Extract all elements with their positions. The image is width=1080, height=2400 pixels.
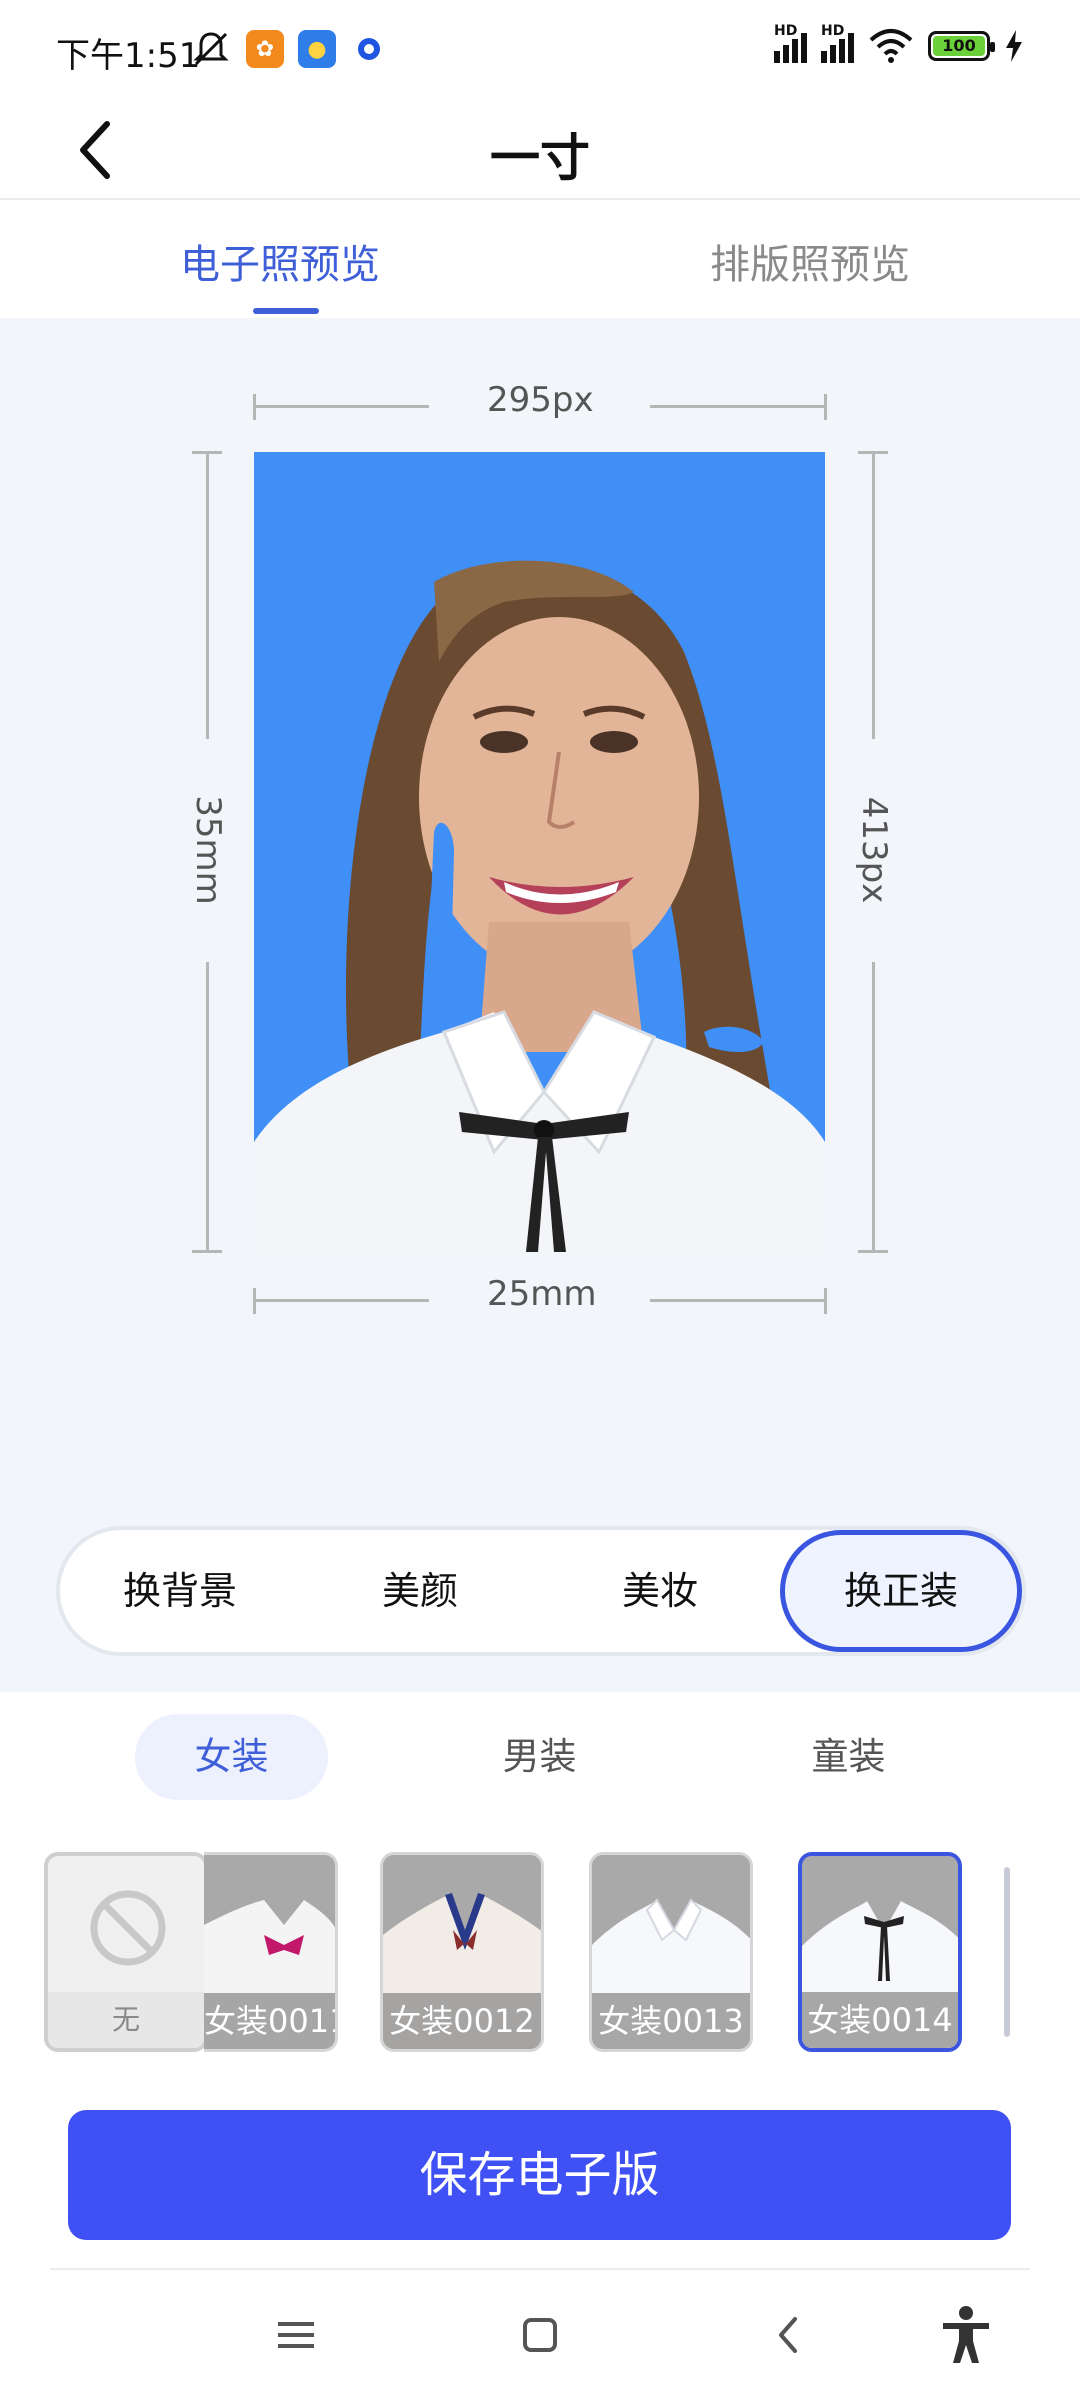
height-px-label: 413px xyxy=(854,796,894,904)
wifi-icon xyxy=(869,29,913,63)
outfit-none[interactable]: 无 xyxy=(44,1852,208,2052)
preview-tabs: 电子照预览 排版照预览 xyxy=(0,202,1080,318)
width-mm-label: 25mm xyxy=(487,1274,597,1314)
outfit-women-0013[interactable]: 女装0013 xyxy=(589,1852,753,2052)
save-digital-button[interactable]: 保存电子版 xyxy=(68,2110,1011,2240)
app-notification-icon-orange: ✿ xyxy=(246,30,284,68)
battery-icon: 100 xyxy=(928,31,995,61)
tab-electronic-preview[interactable]: 电子照预览 xyxy=(180,232,380,290)
signal-strength-icon-1: HD xyxy=(774,23,807,63)
outfit-section: 女装 男装 童装 无 女装0011 女装0012 女装0013 女装0014 xyxy=(0,1692,1080,2112)
nav-home-button[interactable] xyxy=(500,2300,580,2370)
outfit-women-0011[interactable]: 女装0011 xyxy=(204,1852,338,2052)
change-background-button[interactable]: 换背景 xyxy=(60,1530,300,1652)
active-tab-indicator xyxy=(253,308,319,314)
outfit-women-0012[interactable]: 女装0012 xyxy=(380,1852,544,2052)
outfit-label: 女装0012 xyxy=(383,1993,541,2049)
status-time: 下午1:51 xyxy=(56,36,201,76)
makeup-button[interactable]: 美妆 xyxy=(540,1530,780,1652)
battery-level: 100 xyxy=(933,36,985,56)
outfit-label: 女装0013 xyxy=(592,1993,750,2049)
no-entry-icon xyxy=(90,1890,166,1966)
notification-icons: ✿ ● xyxy=(190,28,388,70)
outfit-next-peek xyxy=(1004,1867,1010,2037)
tab-layout-preview[interactable]: 排版照预览 xyxy=(710,232,910,290)
home-square-icon xyxy=(523,2318,557,2352)
signal-strength-icon-2: HD xyxy=(821,23,854,63)
system-nav-bar xyxy=(0,2270,1080,2400)
app-notification-icon-ring xyxy=(350,30,388,68)
change-formalwear-button[interactable]: 换正装 xyxy=(780,1530,1022,1652)
height-mm-label: 35mm xyxy=(188,795,228,905)
charging-bolt-icon xyxy=(1006,30,1022,62)
status-bar: 下午1:51 ✿ ● HD HD 100 xyxy=(0,0,1080,100)
status-right: HD HD 100 xyxy=(774,23,1024,64)
page-title: 一寸 xyxy=(490,129,590,187)
nav-accessibility-button[interactable] xyxy=(926,2300,1006,2370)
portrait-illustration xyxy=(254,560,825,1252)
signal-label: HD xyxy=(821,23,845,39)
outfit-tab-women[interactable]: 女装 xyxy=(135,1714,328,1800)
back-chevron-icon xyxy=(779,2317,797,2353)
nav-back-button[interactable] xyxy=(748,2300,828,2370)
outfit-label: 女装0011 xyxy=(204,1993,335,2049)
outfit-tab-men[interactable]: 男装 xyxy=(443,1714,636,1800)
accessibility-icon xyxy=(943,2306,989,2363)
outfit-label: 无 xyxy=(48,1992,204,2048)
signal-label: HD xyxy=(774,23,798,39)
edit-function-bar: 换背景 美颜 美妆 换正装 xyxy=(56,1526,1026,1656)
mute-bell-icon xyxy=(193,32,229,66)
id-photo-preview xyxy=(254,452,825,1252)
menu-icon xyxy=(278,2322,314,2348)
app-notification-icon-blue: ● xyxy=(298,30,336,68)
outfit-tab-kids[interactable]: 童装 xyxy=(752,1714,945,1800)
outfit-label: 女装0014 xyxy=(802,1992,958,2048)
beauty-button[interactable]: 美颜 xyxy=(300,1530,540,1652)
outfit-women-0014[interactable]: 女装0014 xyxy=(798,1852,962,2052)
title-bar: 一寸 xyxy=(0,100,1080,200)
nav-menu-button[interactable] xyxy=(256,2300,336,2370)
width-px-label: 295px xyxy=(487,380,594,420)
